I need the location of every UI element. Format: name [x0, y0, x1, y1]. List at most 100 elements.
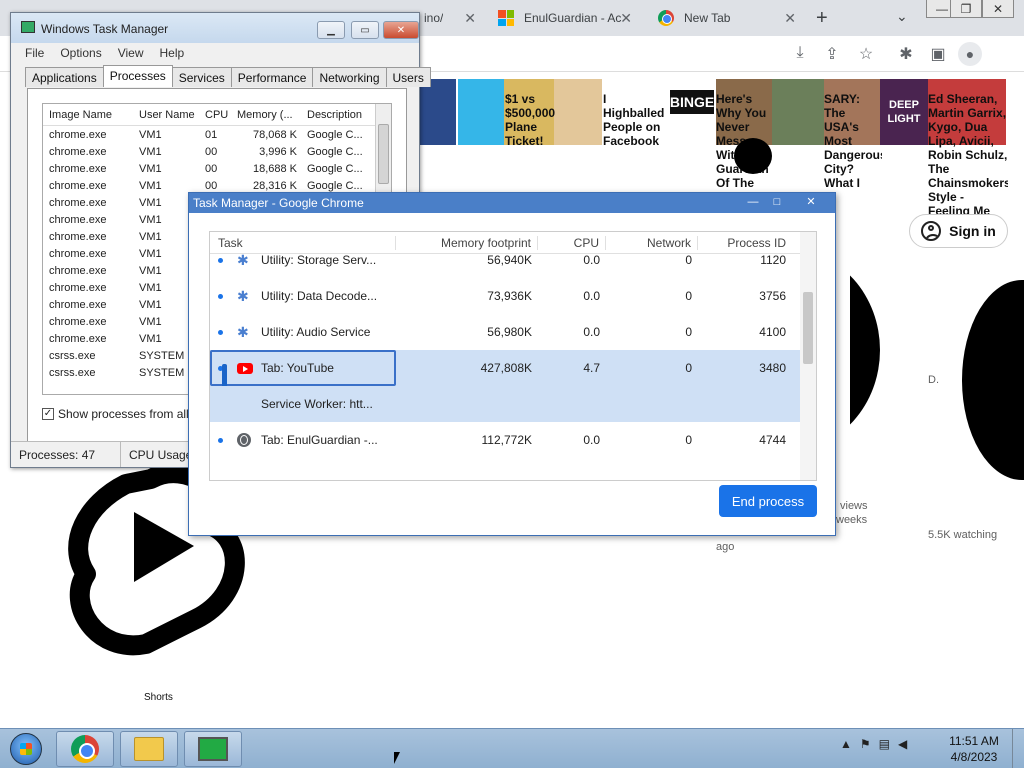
close-icon[interactable]: ✕ [620, 10, 632, 27]
window-titlebar[interactable]: Task Manager - Google Chrome — □ ✕ [189, 193, 835, 213]
action-center-icon[interactable]: ⚑ [860, 737, 871, 751]
close-icon[interactable]: ✕ [464, 10, 476, 27]
task-cell: Tab: EnulGuardian -... [210, 433, 396, 447]
maximize-button[interactable]: □ [767, 195, 787, 209]
table-cell: VM1 [139, 128, 162, 141]
window-titlebar[interactable]: Windows Task Manager ▁ ▭ ✕ [11, 13, 419, 43]
task-row[interactable]: Tab: YouTube 427,808K 4.7 0 3480 [210, 350, 816, 408]
video-title[interactable]: I Highballed People on Facebook Marketpl… [603, 92, 667, 148]
tab-users[interactable]: Users [385, 67, 431, 87]
task-pid-cell: 3480 [759, 361, 786, 375]
column-memory[interactable]: Memory (... [231, 109, 301, 121]
task-row[interactable]: Tab: EnulGuardian -... 112,772K 0.0 0 4744 [210, 422, 816, 458]
maximize-button[interactable]: ▭ [351, 21, 379, 39]
menu-view[interactable]: View [118, 46, 144, 60]
table-row[interactable]: chrome.exe VM1 00 18,688 K Google C... [43, 160, 391, 177]
video-thumbnail[interactable] [554, 79, 602, 145]
close-button[interactable]: ✕ [801, 195, 821, 209]
install-icon[interactable]: ⤓ [790, 44, 810, 62]
table-body: ✱ Utility: Storage Serv... 56,940K 0.0 0 1120… [210, 242, 816, 458]
show-all-processes-checkbox[interactable]: ✓ Show processes from all us [42, 407, 205, 421]
video-title[interactable]: Ed Sheeran, Martin Garrix, Kygo, Dua Lip… [928, 92, 1008, 216]
task-table: Task Memory footprint CPU Network Proces… [209, 231, 817, 481]
table-cell: chrome.exe [49, 230, 107, 243]
video-thumbnail[interactable] [420, 79, 456, 145]
menu-help[interactable]: Help [160, 46, 185, 60]
volume-icon[interactable]: ◀ [898, 737, 907, 751]
taskbar-explorer-button[interactable] [120, 731, 178, 767]
checkbox[interactable]: ✓ [42, 408, 54, 420]
task-row[interactable]: Service Worker: htt... [210, 386, 816, 422]
side-panel-icon[interactable]: ▣ [928, 44, 948, 64]
restore-button[interactable]: ❐ [950, 0, 982, 18]
bookmark-star-icon[interactable]: ☆ [856, 44, 876, 64]
scrollbar-thumb[interactable] [803, 292, 813, 364]
close-button[interactable]: ✕ [383, 21, 419, 39]
taskbar-chrome-button[interactable] [56, 731, 114, 767]
tab-title: New Tab [684, 11, 731, 25]
tab-services[interactable]: Services [171, 67, 232, 87]
minimize-button[interactable]: ▁ [317, 21, 345, 39]
window-title: Task Manager - Google Chrome [193, 196, 364, 210]
close-button[interactable]: ✕ [982, 0, 1014, 18]
network-icon[interactable]: ▤ [879, 737, 890, 751]
end-process-button[interactable]: End process [719, 485, 817, 517]
shorts-label: Shorts [144, 692, 173, 703]
column-description[interactable]: Description [301, 109, 377, 121]
video-thumbnail[interactable] [458, 79, 504, 145]
scrollbar-thumb[interactable] [378, 124, 389, 184]
task-row[interactable]: ✱ Utility: Storage Serv... 56,940K 0.0 0 1120 [210, 242, 816, 278]
sign-in-button[interactable]: Sign in [909, 214, 1008, 248]
task-row[interactable]: ✱ Utility: Audio Service 56,980K 0.0 0 4100 [210, 314, 816, 350]
show-desktop-button[interactable] [1012, 729, 1024, 768]
account-icon [921, 221, 942, 241]
table-cell: 18,688 K [252, 162, 297, 175]
table-cell: 00 [205, 179, 218, 192]
column-image-name[interactable]: Image Name [43, 109, 133, 121]
table-row[interactable]: chrome.exe VM1 00 3,996 K Google C... [43, 143, 391, 160]
clock[interactable]: 11:51 AM 4/8/2023 [944, 733, 1004, 765]
tab-processes[interactable]: Processes [102, 65, 173, 87]
meta-text: D. [928, 374, 939, 386]
column-user-name[interactable]: User Name [133, 109, 199, 121]
browser-tab-new-tab[interactable]: New Tab ✕ [646, 4, 804, 32]
extension-icon: ✱ [237, 252, 249, 268]
task-cell: Service Worker: htt... [210, 397, 396, 411]
task-network-cell: 0 [685, 289, 692, 303]
tab-applications[interactable]: Applications [25, 67, 104, 87]
table-row[interactable]: chrome.exe VM1 01 78,068 K Google C... [43, 126, 391, 143]
show-hidden-icons-button[interactable]: ▲ [840, 737, 852, 751]
extensions-puzzle-icon[interactable]: ✱ [896, 44, 916, 64]
task-memory-cell: 56,940K [487, 253, 532, 267]
task-row[interactable]: ✱ Utility: Data Decode... 73,936K 0.0 0 3756 [210, 278, 816, 314]
tab-networking[interactable]: Networking [312, 67, 387, 87]
video-title[interactable]: $1 vs $500,000 Plane Ticket! [505, 92, 559, 148]
table-cell: 01 [205, 128, 218, 141]
share-icon[interactable]: ⇪ [822, 44, 842, 64]
decorative-circle [734, 138, 772, 174]
extension-icon: ✱ [237, 288, 249, 304]
profile-avatar-icon[interactable]: ● [958, 42, 982, 66]
table-cell: csrss.exe [49, 366, 96, 379]
task-name: Utility: Data Decode... [261, 289, 378, 303]
task-cell: ✱ Utility: Storage Serv... [210, 253, 396, 267]
tab-bar: Applications Processes Services Performa… [25, 65, 431, 87]
vertical-scrollbar[interactable] [800, 232, 816, 480]
start-button[interactable] [4, 731, 48, 767]
meta-text: views [840, 500, 868, 512]
menu-options[interactable]: Options [60, 46, 101, 60]
new-tab-button[interactable]: + [816, 7, 828, 30]
tab-title: EnulGuardian - Ac [524, 11, 622, 25]
taskbar-task-manager-button[interactable] [184, 731, 242, 767]
desktop-screen: ino/ ✕ EnulGuardian - Ac ✕ New Tab ✕ + ⌄… [0, 0, 1024, 768]
focus-outline [210, 350, 396, 386]
minimize-button[interactable]: — [743, 195, 763, 209]
tab-search-button[interactable]: ⌄ [896, 8, 908, 25]
close-icon[interactable]: ✕ [784, 10, 796, 27]
menu-file[interactable]: File [25, 46, 44, 60]
video-title[interactable]: SARY: The USA's Most Dangerous City? Wha… [824, 92, 882, 190]
video-thumbnail[interactable] [772, 79, 824, 145]
tab-performance[interactable]: Performance [230, 67, 314, 87]
column-cpu[interactable]: CPU [199, 109, 231, 121]
browser-tab-enulguardian[interactable]: EnulGuardian - Ac ✕ [486, 4, 640, 32]
